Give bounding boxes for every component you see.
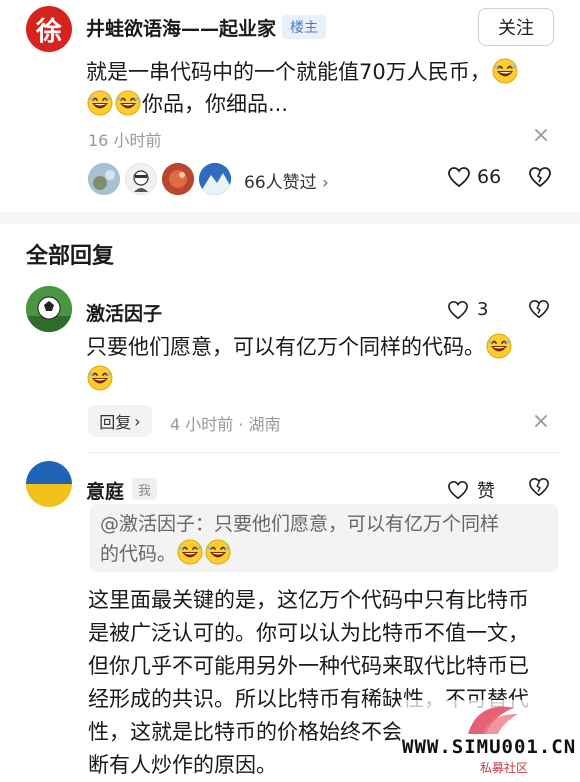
grin-emoji-icon <box>205 539 231 565</box>
comment-author-name[interactable]: 意庭 <box>86 477 124 504</box>
post-body: 就是一串代码中的一个就能值70万人民币， 你品，你细品... <box>86 56 556 120</box>
grin-emoji-icon <box>492 58 518 84</box>
reply-button[interactable]: 回复 › <box>88 405 152 437</box>
reply-label: 回复 <box>99 413 132 432</box>
comment-line: 是被广泛认可的。你可以认为比特币不值一文， <box>88 621 529 645</box>
quote-line2: 的代码。 <box>100 543 177 565</box>
liker-avatar[interactable] <box>88 163 120 195</box>
likers-count-text: 66人赞过 <box>244 173 317 193</box>
comment-like-button[interactable]: 赞 <box>447 477 495 503</box>
comment-text: 只要他们愿意，可以有亿万个同样的代码。 <box>86 335 485 359</box>
comment-avatar[interactable] <box>26 286 72 332</box>
post-text-line2: 你品，你细品... <box>142 92 289 116</box>
chevron-right-icon: › <box>322 173 329 193</box>
comment-body: 只要他们愿意，可以有亿万个同样的代码。 <box>86 331 556 395</box>
comment-line: 这里面最关键的是，这亿万个代码中只有比特币 <box>88 588 529 612</box>
dislike-broken-heart-icon[interactable] <box>528 477 550 501</box>
grin-emoji-icon <box>177 539 203 565</box>
grin-emoji-icon <box>87 365 113 391</box>
self-badge: 我 <box>132 478 158 500</box>
post-author-name[interactable]: 井蛙欲语海——起业家 <box>86 14 276 41</box>
comment-like-button[interactable]: 3 <box>447 299 488 320</box>
chevron-right-icon: › <box>134 411 141 431</box>
comment-separator <box>88 452 558 453</box>
dislike-broken-heart-icon[interactable] <box>528 166 552 192</box>
author-avatar[interactable]: 徐 <box>26 6 72 52</box>
watermark-logo-icon <box>468 706 518 734</box>
op-badge: 楼主 <box>282 15 326 39</box>
post-text-line1: 就是一串代码中的一个就能值70万人民币， <box>86 60 491 84</box>
liker-avatar[interactable] <box>199 163 231 195</box>
grin-emoji-icon <box>115 90 141 116</box>
likers-link[interactable]: 66人赞过 › <box>244 168 329 193</box>
heart-icon <box>448 167 470 188</box>
follow-button[interactable]: 关注 <box>478 8 554 46</box>
comment-like-count: 3 <box>477 299 489 320</box>
watermark-url: WWW.SIMU001.CN <box>402 736 577 758</box>
dislike-broken-heart-icon[interactable] <box>528 299 550 323</box>
heart-icon <box>448 300 468 319</box>
comment-author-name[interactable]: 激活因子 <box>86 299 162 326</box>
grin-emoji-icon <box>486 333 512 359</box>
post-time: 16 小时前 <box>88 131 162 150</box>
section-divider <box>0 212 580 224</box>
dismiss-close-icon[interactable] <box>530 124 552 146</box>
dismiss-close-icon[interactable] <box>530 410 552 432</box>
like-button[interactable]: 66 <box>447 166 501 188</box>
watermark-name: 私募社区 <box>480 761 529 775</box>
quoted-reply: @激活因子：只要他们愿意，可以有亿万个同样 的代码。 <box>90 504 558 572</box>
section-title: 全部回复 <box>26 244 115 269</box>
grin-emoji-icon <box>87 90 113 116</box>
comment-like-label: 赞 <box>477 481 495 502</box>
liker-avatar[interactable] <box>125 163 157 195</box>
avatar-char: 徐 <box>35 16 62 47</box>
like-count: 66 <box>477 166 502 188</box>
comment-line: 但你几乎不可能用另外一种代码来取代比特币已 <box>88 654 529 678</box>
comment-avatar[interactable] <box>26 461 72 507</box>
quote-line1: @激活因子：只要他们愿意，可以有亿万个同样 <box>100 513 500 535</box>
watermark-overlay: WWW.SIMU001.CN 私募社区 <box>400 700 580 776</box>
liker-avatar[interactable] <box>162 163 194 195</box>
heart-icon <box>448 480 468 500</box>
comment-meta: 4 小时前 · 湖南 <box>170 415 281 434</box>
